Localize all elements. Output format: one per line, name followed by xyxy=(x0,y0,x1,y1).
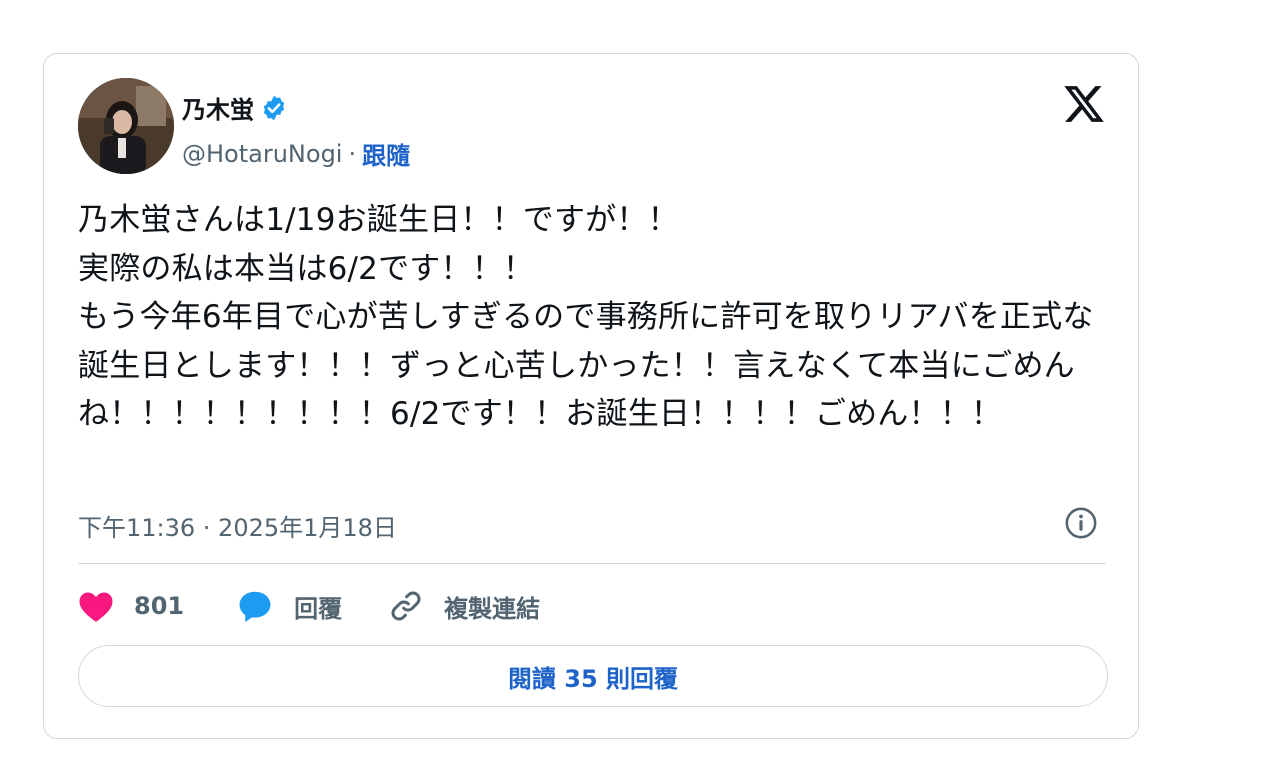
reply-button[interactable]: 回覆 xyxy=(236,588,342,624)
tweet-embed-card: 乃木蛍 @HotaruNogi · 跟隨 乃木蛍さんは1/19お誕生日！！ですが… xyxy=(43,53,1139,739)
link-icon xyxy=(391,591,421,621)
reply-label: 回覆 xyxy=(294,594,343,623)
tweet-text: 乃木蛍さんは1/19お誕生日！！ですが！！ 実際の私は本当は6/2です！！！ も… xyxy=(78,202,1094,432)
heart-icon xyxy=(79,592,113,622)
verified-badge-icon xyxy=(260,94,288,122)
author-display-name[interactable]: 乃木蛍 xyxy=(182,90,254,125)
handle-separator: · xyxy=(348,139,357,168)
like-count: 801 xyxy=(134,592,185,620)
tweet-actions: 801 回覆 複製連結 xyxy=(78,584,540,628)
info-icon[interactable] xyxy=(1064,506,1098,540)
author-handle[interactable]: @HotaruNogi xyxy=(182,140,342,168)
speech-bubble-icon xyxy=(239,591,271,623)
copy-link-label: 複製連結 xyxy=(444,594,541,623)
divider xyxy=(78,563,1106,564)
copy-link-button[interactable]: 複製連結 xyxy=(388,588,540,624)
x-logo-icon[interactable] xyxy=(1062,82,1106,126)
like-button[interactable]: 801 xyxy=(78,589,184,623)
read-replies-button[interactable]: 閱讀 35 則回覆 xyxy=(78,645,1108,707)
tweet-timestamp[interactable]: 下午11:36 · 2025年1月18日 xyxy=(78,508,397,543)
follow-button[interactable]: 跟隨 xyxy=(362,136,410,171)
avatar[interactable] xyxy=(78,78,174,174)
